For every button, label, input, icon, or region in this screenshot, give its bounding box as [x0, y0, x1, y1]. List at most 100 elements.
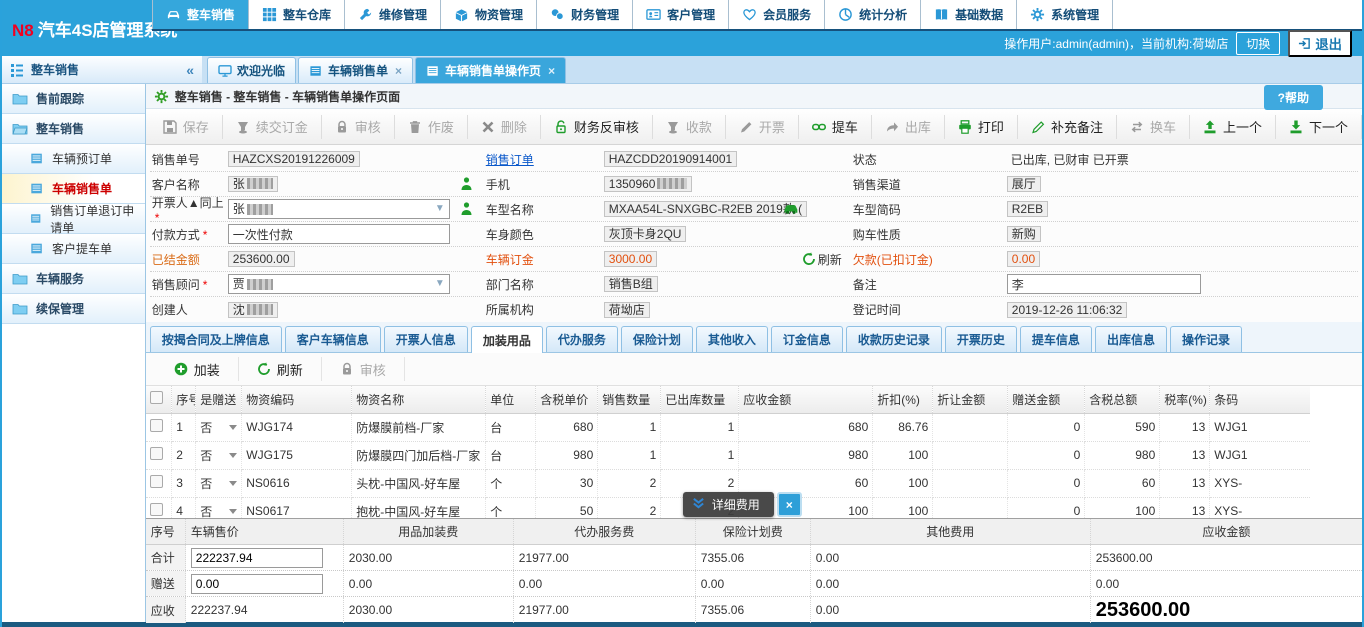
tab-addon-goods[interactable]: 加装用品 — [471, 326, 543, 353]
void-button[interactable]: 作废 — [395, 115, 468, 139]
nav-tab-finance[interactable]: 财务管理 — [537, 0, 633, 29]
nav-tab-customers[interactable]: 客户管理 — [633, 0, 729, 29]
tab-agency-services[interactable]: 代办服务 — [546, 326, 618, 352]
tab-operation-log[interactable]: 操作记录 — [1170, 326, 1242, 352]
remark-input[interactable] — [1007, 274, 1201, 294]
col-material-code: 物资编码 — [242, 386, 352, 413]
pickup-button[interactable]: 提车 — [799, 115, 872, 139]
gift-vehicle-price-input[interactable] — [191, 574, 323, 594]
person-icon[interactable] — [460, 202, 473, 216]
collect-payment-button[interactable]: 收款 — [653, 115, 726, 139]
sidebar-item-vehicle-sales-order[interactable]: 车辆销售单 — [2, 174, 145, 204]
doc-table-icon — [30, 182, 44, 195]
save-button[interactable]: 保存 — [150, 115, 223, 139]
person-icon[interactable] — [460, 177, 473, 191]
nav-tab-statistics[interactable]: 统计分析 — [825, 0, 921, 29]
summary-row-label: 赠送 — [146, 571, 186, 596]
logout-button[interactable]: 退出 — [1288, 30, 1352, 57]
audit-button[interactable]: 审核 — [322, 115, 395, 139]
page-tab-welcome[interactable]: 欢迎光临 — [207, 57, 296, 83]
tab-payment-history[interactable]: 收款历史记录 — [846, 326, 942, 352]
refresh-goods-button[interactable]: 刷新 — [239, 357, 322, 381]
goods-row-2[interactable]: 2 否 WJG175 防爆膜四门加后档-厂家 台 980 1 1 980 100… — [146, 441, 1310, 469]
delete-button[interactable]: 删除 — [468, 115, 541, 139]
fees-popup-toggle[interactable]: 详细费用 — [683, 492, 774, 517]
nav-tab-repair[interactable]: 维修管理 — [345, 0, 441, 29]
gift-dropdown[interactable]: 否 — [200, 503, 237, 520]
summary-col-addon-fee: 用品加装费 — [344, 519, 514, 544]
help-button[interactable]: ?帮助 — [1264, 85, 1323, 110]
cell-tax-rate: 13 — [1160, 469, 1210, 497]
row-checkbox[interactable] — [150, 475, 163, 488]
switch-org-button[interactable]: 切换 — [1236, 32, 1280, 55]
close-tab-icon[interactable]: × — [395, 64, 402, 78]
nav-tab-system[interactable]: 系统管理 — [1017, 0, 1113, 29]
sales-order-link[interactable]: 销售订单 — [486, 153, 534, 167]
tab-deposit-info[interactable]: 订金信息 — [771, 326, 843, 352]
exit-icon — [1298, 37, 1311, 50]
workspace-bar: 整车销售 « 欢迎光临 车辆销售单× 车辆销售单操作页× — [2, 56, 1362, 84]
row-checkbox[interactable] — [150, 419, 163, 432]
invoicer-select[interactable]: 张▼ — [228, 199, 450, 219]
next-record-button[interactable]: 下一个 — [1276, 115, 1362, 139]
doc-table-icon — [30, 212, 42, 225]
row-checkbox[interactable] — [150, 447, 163, 460]
sidebar-item-label: 销售订单退订申请单 — [50, 202, 145, 236]
button-label: 保存 — [183, 117, 209, 136]
outbound-button[interactable]: 出库 — [872, 115, 945, 139]
refresh-button[interactable]: 刷新 — [802, 251, 851, 268]
gift-dropdown[interactable]: 否 — [200, 475, 237, 492]
tab-invoice-history[interactable]: 开票历史 — [945, 326, 1017, 352]
add-goods-button[interactable]: 加装 — [156, 357, 239, 381]
page-tab-sales-operation[interactable]: 车辆销售单操作页× — [415, 57, 566, 83]
swap-vehicle-button[interactable]: 换车 — [1117, 115, 1190, 139]
nav-tab-materials[interactable]: 物资管理 — [441, 0, 537, 29]
tab-mortgage-plate-info[interactable]: 按揭合同及上牌信息 — [150, 326, 282, 352]
nav-tab-membership[interactable]: 会员服务 — [729, 0, 825, 29]
gift-dropdown[interactable]: 否 — [200, 447, 237, 464]
sidebar-item-vehicle-service[interactable]: 车辆服务 — [2, 264, 145, 294]
collapse-sidebar-icon[interactable]: « — [186, 62, 194, 78]
print-button[interactable]: 打印 — [945, 115, 1018, 139]
sidebar-item-order-cancel-request[interactable]: 销售订单退订申请单 — [2, 204, 145, 234]
sidebar-item-vehicle-preorder[interactable]: 车辆预订单 — [2, 144, 145, 174]
nav-tab-label: 会员服务 — [763, 6, 811, 23]
logout-label: 退出 — [1315, 34, 1342, 53]
nav-tab-base-data[interactable]: 基础数据 — [921, 0, 1017, 29]
channel-label: 销售渠道 — [851, 176, 1007, 193]
gift-dropdown[interactable]: 否 — [200, 419, 237, 436]
nav-tab-vehicle-warehouse[interactable]: 整车仓库 — [249, 0, 345, 29]
close-tab-icon[interactable]: × — [548, 64, 555, 78]
page-tab-strip: 欢迎光临 车辆销售单× 车辆销售单操作页× — [202, 56, 1362, 84]
grand-total-receivable: 253600.00 — [1091, 597, 1362, 623]
sidebar-item-customer-pickup[interactable]: 客户提车单 — [2, 234, 145, 264]
goods-row-1[interactable]: 1 否 WJG174 防爆膜前档-厂家 台 680 1 1 680 86.76 … — [146, 413, 1310, 441]
refresh-icon — [802, 252, 816, 266]
select-all-checkbox[interactable] — [150, 391, 163, 404]
tab-invoicer-info[interactable]: 开票人信息 — [384, 326, 468, 352]
continue-deposit-button[interactable]: 续交订金 — [223, 115, 322, 139]
finance-unaudit-button[interactable]: 财务反审核 — [541, 115, 653, 139]
total-vehicle-price-input[interactable] — [191, 548, 323, 568]
payment-input[interactable] — [228, 224, 450, 244]
cell-price: 980 — [536, 441, 598, 469]
tab-insurance-plan[interactable]: 保险计划 — [621, 326, 693, 352]
audit-goods-button[interactable]: 审核 — [322, 357, 405, 381]
advisor-select[interactable]: 贾▼ — [228, 274, 450, 294]
button-label: 审核 — [355, 117, 381, 136]
tab-customer-vehicle-info[interactable]: 客户车辆信息 — [285, 326, 381, 352]
tab-outbound-info[interactable]: 出库信息 — [1095, 326, 1167, 352]
previous-record-button[interactable]: 上一个 — [1190, 115, 1276, 139]
row-checkbox[interactable] — [150, 503, 163, 516]
page-tab-sales-list[interactable]: 车辆销售单× — [298, 57, 413, 83]
nav-tab-vehicle-sales[interactable]: 整车销售 — [152, 0, 249, 29]
invoice-button[interactable]: 开票 — [726, 115, 799, 139]
sidebar-item-renewal-management[interactable]: 续保管理 — [2, 294, 145, 324]
tab-pickup-info[interactable]: 提车信息 — [1020, 326, 1092, 352]
sidebar-item-vehicle-sales[interactable]: 整车销售 — [2, 114, 145, 144]
add-remark-button[interactable]: 补充备注 — [1018, 115, 1117, 139]
sidebar-item-label: 客户提车单 — [52, 240, 112, 257]
tab-other-income[interactable]: 其他收入 — [696, 326, 768, 352]
sidebar-item-presale-tracking[interactable]: 售前跟踪 — [2, 84, 145, 114]
close-popup-button[interactable]: × — [777, 492, 802, 517]
